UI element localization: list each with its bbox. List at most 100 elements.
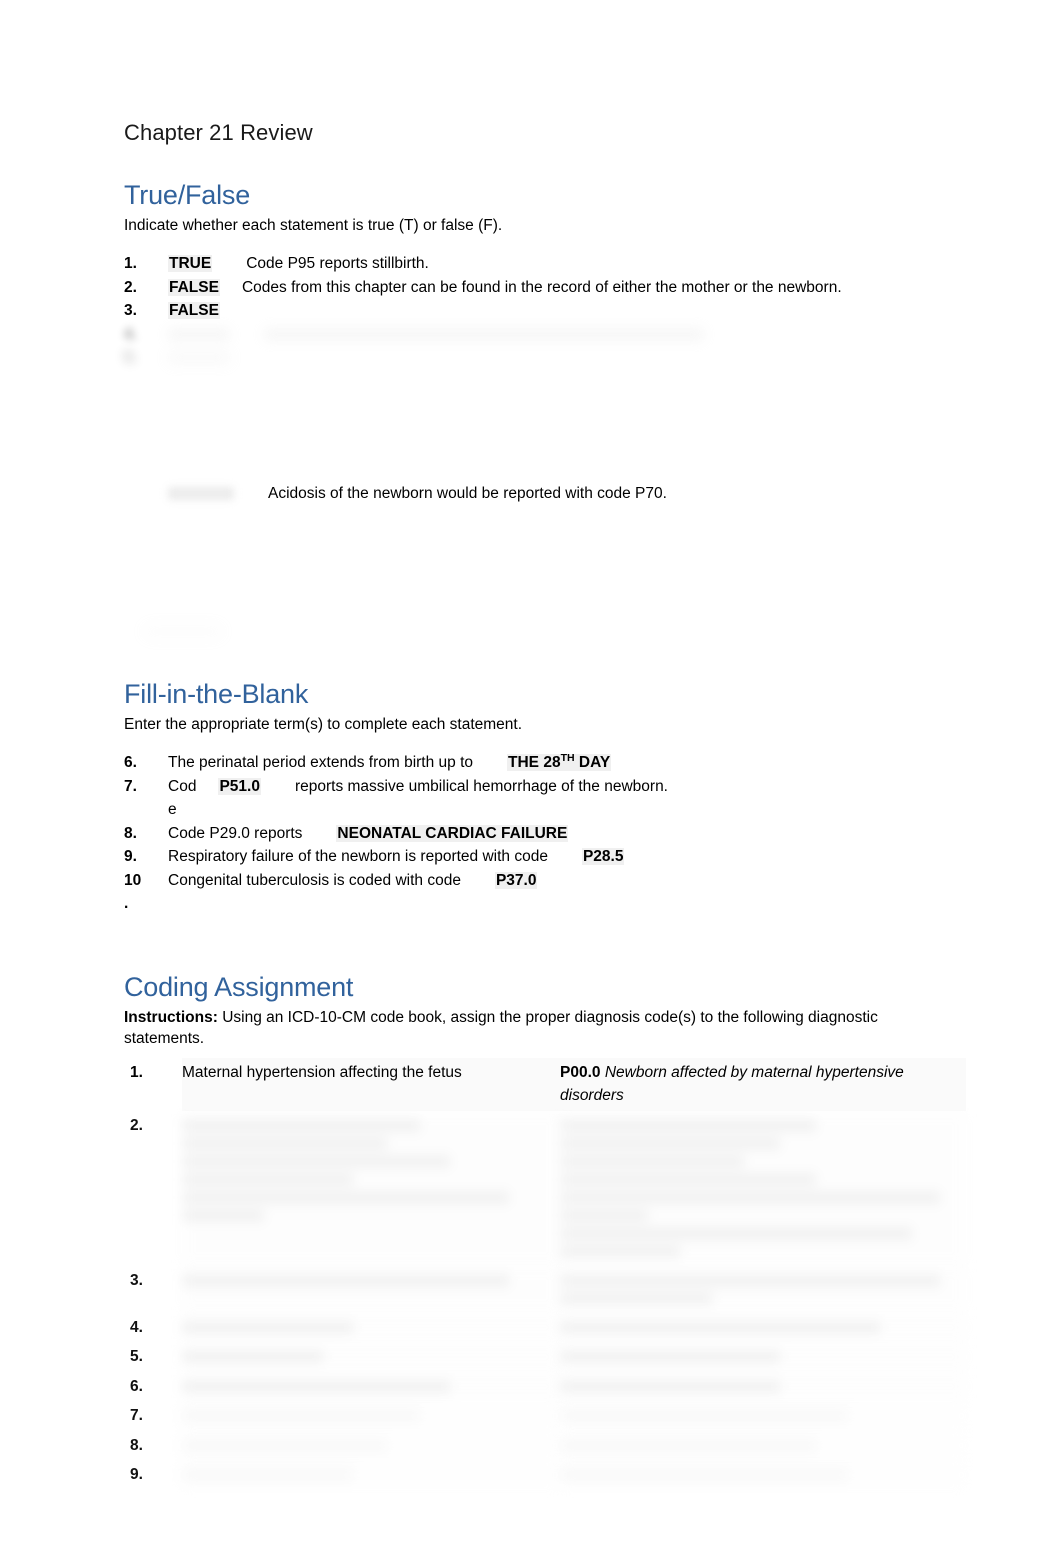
fib-item-6: 6. The perinatal period extends from bir…	[124, 751, 942, 775]
answer-blank-redacted	[168, 486, 234, 500]
item-prompt-before: Respiratory failure of the newborn is re…	[168, 848, 548, 865]
document-content: Chapter 21 Review True/False Indicate wh…	[124, 0, 966, 1490]
row-code-redacted	[560, 1265, 966, 1313]
row-number: 3.	[124, 1265, 182, 1313]
table-row: 9.	[124, 1460, 966, 1490]
section-heading-true-false: True/False	[124, 180, 251, 210]
item-number: 9.	[124, 848, 137, 865]
item-body: TRUE Code P95 reports stillbirth.	[168, 252, 942, 276]
item-body: Cod P51.0 reports massive umbilical hemorr…	[168, 775, 942, 822]
row-code-redacted	[560, 1430, 966, 1460]
row-statement-redacted	[182, 1265, 560, 1313]
true-false-item-5-redacted: 5.	[124, 346, 942, 370]
section-gap-fill-in-blank	[124, 641, 942, 679]
item-prompt-before: The perinatal period extends from birth …	[168, 754, 474, 771]
item-body-redacted	[168, 346, 942, 370]
answer-blank[interactable]: P28.5	[581, 848, 625, 865]
true-false-item-2: 2. FALSE Codes from this chapter can be f…	[124, 276, 942, 300]
row-statement-redacted	[182, 1110, 560, 1266]
answer-tail: DAY	[574, 754, 611, 771]
page-title: Chapter 21 Review	[124, 120, 313, 145]
item-statement: Codes from this chapter can be found in …	[241, 278, 842, 296]
item-statement: Acidosis of the newborn would be reporte…	[268, 484, 667, 502]
coding-assignment-instructions: Instructions: Using an ICD-10-CM code bo…	[124, 1007, 942, 1049]
row-number: 6.	[124, 1371, 182, 1401]
row-statement-redacted	[182, 1401, 560, 1431]
true-false-item-1: 1. TRUE Code P95 reports stillbirth.	[124, 252, 942, 276]
true-false-item-3: 3. FALSE	[124, 299, 942, 323]
fib-item-10: 10 . Congenital tuberculosis is coded wi…	[124, 869, 942, 916]
answer-text: THE 28	[508, 754, 561, 771]
item-number: 5.	[124, 349, 137, 366]
answer-blank[interactable]: P37.0	[494, 871, 538, 889]
answer-blank[interactable]: THE 28TH DAY	[507, 751, 612, 771]
table-row: 6.	[124, 1371, 966, 1401]
instructions-text: Using an ICD-10-CM code book, assign the…	[124, 1008, 878, 1047]
row-number: 4.	[124, 1312, 182, 1342]
answer-blank[interactable]: FALSE	[168, 278, 220, 296]
fib-item-9: 9. Respiratory failure of the newborn is…	[124, 845, 942, 869]
item-body: Congenital tuberculosis is coded with co…	[168, 869, 942, 893]
item-body: The perinatal period extends from birth …	[168, 751, 942, 775]
row-code-redacted	[560, 1460, 966, 1490]
redacted-gap-lower	[124, 505, 942, 623]
row-code: P00.0 Newborn affected by maternal hyper…	[560, 1057, 966, 1111]
row-statement-redacted	[182, 1342, 560, 1372]
row-statement-redacted	[182, 1460, 560, 1490]
row-code-redacted	[560, 1312, 966, 1342]
row-number: 7.	[124, 1401, 182, 1431]
code-id: P00.0	[560, 1063, 601, 1081]
item-prompt-wrapped: e	[168, 801, 177, 818]
table-row: 3.	[124, 1265, 966, 1313]
item-prompt-before: Code P29.0 reports	[168, 824, 303, 842]
answer-blank[interactable]: TRUE	[168, 255, 213, 272]
item-prompt-after: reports massive umbilical hemorrhage of …	[294, 777, 668, 795]
answer-blank[interactable]: FALSE	[168, 302, 220, 319]
row-statement: Maternal hypertension affecting the fetu…	[182, 1057, 560, 1111]
fill-in-the-blank-list: 6. The perinatal period extends from bir…	[124, 751, 942, 916]
redacted-gap-upper	[124, 370, 942, 482]
answer-blank[interactable]: NEONATAL CARDIAC FAILURE	[336, 824, 569, 842]
item-number: 8.	[124, 824, 137, 842]
item-number-wrapped: .	[124, 895, 129, 912]
item-number: 7.	[124, 777, 137, 795]
true-false-instructions: Indicate whether each statement is true …	[124, 217, 503, 234]
row-statement-redacted	[182, 1371, 560, 1401]
fib-item-8: 8. Code P29.0 reports NEONATAL CARDIAC FA…	[124, 822, 942, 846]
table-body: 1. Maternal hypertension affecting the f…	[124, 1057, 966, 1490]
item-number: 10 .	[124, 869, 168, 916]
item-body: FALSE Codes from this chapter can be foun…	[168, 276, 942, 300]
answer-superscript: TH	[560, 751, 575, 764]
item-number-text: 10	[124, 871, 142, 889]
redacted-trailing-fragment	[124, 623, 942, 641]
answer-blank[interactable]: P51.0	[218, 777, 261, 795]
table-row: 1. Maternal hypertension affecting the f…	[124, 1057, 966, 1111]
row-statement-redacted	[182, 1430, 560, 1460]
document-page: Chapter 21 Review True/False Indicate wh…	[0, 0, 1062, 1556]
item-prompt-before: Congenital tuberculosis is coded with co…	[168, 871, 461, 889]
row-code-redacted	[560, 1110, 966, 1266]
section-gap-coding-assignment	[124, 916, 942, 972]
row-number: 1.	[124, 1057, 182, 1111]
true-false-item-4-redacted: 4.	[124, 323, 942, 347]
table-row: 5.	[124, 1342, 966, 1372]
row-number: 8.	[124, 1430, 182, 1460]
instructions-label: Instructions:	[124, 1008, 218, 1026]
code-description: Newborn affected by maternal hypertensiv…	[560, 1063, 904, 1105]
item-body: Code P29.0 reports NEONATAL CARDIAC FAILU…	[168, 822, 942, 846]
row-number: 9.	[124, 1460, 182, 1490]
row-number: 2.	[124, 1110, 182, 1266]
section-heading-fill-in-the-blank: Fill-in-the-Blank	[124, 679, 309, 709]
item-number: 4.	[124, 325, 137, 343]
row-number: 5.	[124, 1342, 182, 1372]
row-code-redacted	[560, 1342, 966, 1372]
item-statement: Code P95 reports stillbirth.	[246, 255, 429, 272]
true-false-visible-fragment: Acidosis of the newborn would be reporte…	[124, 482, 942, 506]
row-code-redacted	[560, 1371, 966, 1401]
row-statement-redacted	[182, 1312, 560, 1342]
item-prompt-before: Cod	[168, 777, 197, 795]
item-number: 2.	[124, 278, 137, 296]
section-heading-coding-assignment: Coding Assignment	[124, 971, 354, 1002]
item-body: Respiratory failure of the newborn is re…	[168, 845, 942, 869]
table-row: 2.	[124, 1110, 966, 1266]
